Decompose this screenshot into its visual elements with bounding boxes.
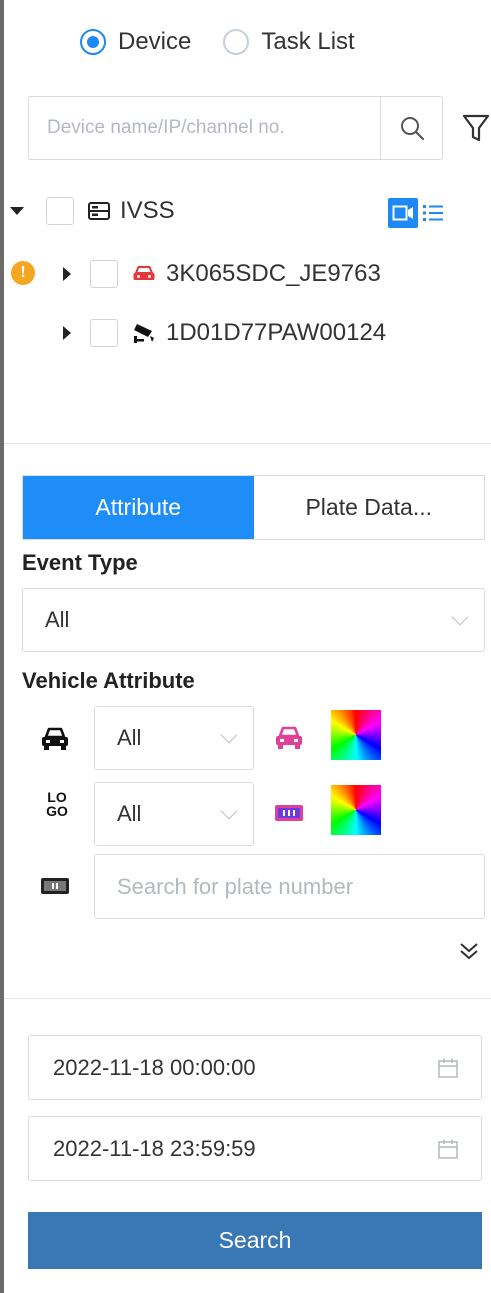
device-radio-label: Device bbox=[118, 28, 192, 55]
calendar-icon bbox=[438, 1058, 458, 1078]
expand-caret-icon[interactable] bbox=[10, 207, 24, 215]
vehicle-type-select[interactable]: All bbox=[94, 706, 254, 770]
expand-caret-icon[interactable] bbox=[63, 326, 71, 340]
tab-plate-data[interactable]: Plate Data... bbox=[254, 476, 485, 539]
device-radio[interactable]: Device bbox=[80, 28, 191, 56]
video-camera-icon bbox=[392, 205, 413, 221]
plate-number-input[interactable] bbox=[95, 855, 484, 918]
end-time-field[interactable]: 2022-11-18 23:59:59 bbox=[28, 1116, 482, 1181]
vehicle-attribute-label: Vehicle Attribute bbox=[22, 668, 195, 693]
list-view-button[interactable] bbox=[418, 198, 448, 228]
nvr-device-icon bbox=[88, 202, 110, 220]
tree-item-label: 1D01D77PAW00124 bbox=[166, 319, 387, 346]
search-icon bbox=[400, 117, 424, 141]
event-type-select[interactable]: All bbox=[22, 588, 485, 652]
mode-radio-group: Device Task List bbox=[80, 28, 355, 56]
chevron-down-icon bbox=[220, 802, 238, 820]
view-toggle bbox=[388, 198, 448, 228]
tree-item-device-2[interactable]: 1D01D77PAW00124 bbox=[63, 319, 386, 347]
device-radio-dot[interactable] bbox=[80, 29, 106, 55]
start-time-value: 2022-11-18 00:00:00 bbox=[53, 1054, 256, 1080]
logo-select[interactable]: All bbox=[94, 782, 254, 846]
tree-root-checkbox[interactable] bbox=[46, 197, 74, 225]
task-list-radio-label: Task List bbox=[261, 28, 355, 55]
plate-number-field bbox=[94, 854, 485, 919]
ptz-camera-icon bbox=[134, 324, 154, 343]
task-list-radio[interactable]: Task List bbox=[223, 28, 355, 56]
warning-icon: ! bbox=[11, 261, 35, 285]
calendar-icon bbox=[438, 1139, 458, 1159]
car-icon bbox=[36, 724, 74, 754]
event-type-label: Event Type bbox=[22, 550, 138, 575]
tree-root-label: IVSS bbox=[120, 197, 175, 224]
vehicle-camera-icon bbox=[133, 266, 155, 280]
chevron-down-icon bbox=[220, 726, 238, 744]
section-divider bbox=[4, 443, 491, 444]
event-type-value: All bbox=[45, 607, 70, 632]
device-search-box bbox=[28, 96, 443, 160]
logo-icon: LO GO bbox=[46, 789, 68, 819]
plate-color-icon[interactable] bbox=[272, 802, 306, 824]
start-time-field[interactable]: 2022-11-18 00:00:00 bbox=[28, 1035, 482, 1100]
expand-caret-icon[interactable] bbox=[63, 267, 71, 281]
tree-item-device-1[interactable]: 3K065SDC_JE9763 bbox=[63, 260, 381, 288]
camera-view-button[interactable] bbox=[388, 198, 418, 228]
task-list-radio-dot[interactable] bbox=[223, 29, 250, 55]
search-icon-button[interactable] bbox=[380, 97, 442, 159]
vehicle-color-picker-icon[interactable] bbox=[331, 710, 381, 760]
filter-icon[interactable] bbox=[462, 112, 490, 144]
logo-value: All bbox=[117, 801, 142, 826]
end-time-value: 2022-11-18 23:59:59 bbox=[53, 1135, 256, 1161]
expand-more-icon[interactable] bbox=[456, 938, 482, 964]
plate-color-picker-icon[interactable] bbox=[331, 785, 381, 835]
device-search-input[interactable] bbox=[29, 97, 380, 159]
tree-root-ivss[interactable]: IVSS bbox=[10, 197, 175, 225]
tab-attribute[interactable]: Attribute bbox=[23, 476, 254, 539]
query-tabs: Attribute Plate Data... bbox=[22, 475, 485, 540]
tree-item-checkbox[interactable] bbox=[90, 319, 118, 347]
tree-item-checkbox[interactable] bbox=[90, 260, 118, 288]
left-border bbox=[0, 0, 4, 1293]
vehicle-type-value: All bbox=[117, 725, 142, 750]
section-divider bbox=[4, 998, 491, 999]
search-button[interactable]: Search bbox=[28, 1212, 482, 1269]
license-plate-icon bbox=[38, 874, 72, 898]
chevron-down-icon bbox=[451, 608, 469, 626]
tree-item-label: 3K065SDC_JE9763 bbox=[166, 260, 381, 287]
vehicle-color-icon[interactable] bbox=[272, 724, 306, 752]
list-icon bbox=[423, 205, 443, 221]
